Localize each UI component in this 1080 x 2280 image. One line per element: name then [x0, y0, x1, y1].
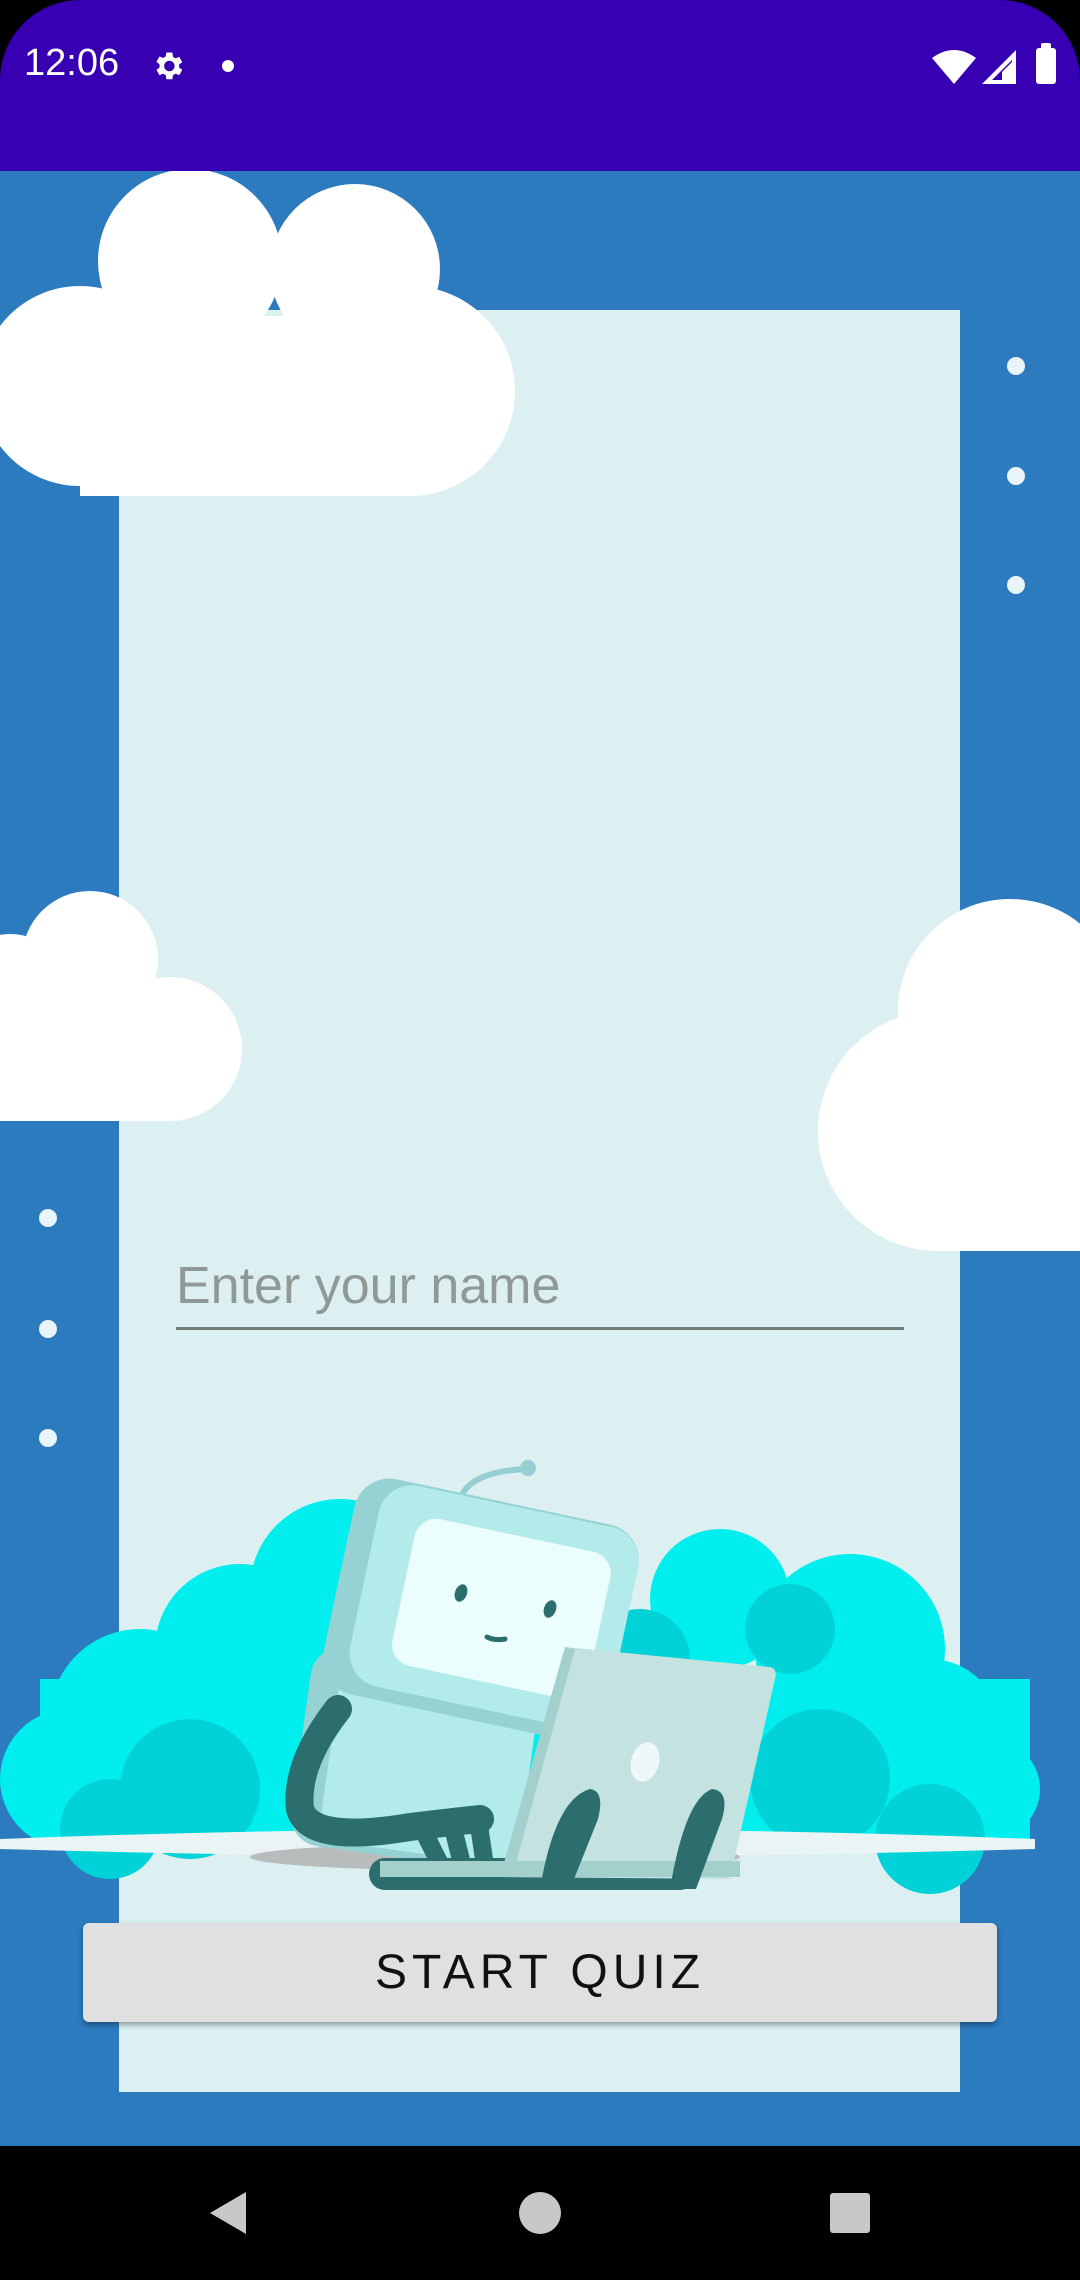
decor-dot — [39, 1320, 57, 1338]
wifi-icon — [932, 50, 976, 84]
phone-screen: 12:06 Enter your name START QUIZ — [0, 0, 1080, 2280]
notification-dot-icon — [222, 60, 234, 72]
gear-icon — [156, 52, 183, 80]
recents-icon[interactable] — [790, 2146, 910, 2280]
battery-icon — [1036, 43, 1056, 84]
name-input[interactable] — [176, 1250, 904, 1330]
cloud-middle-left — [0, 891, 242, 1121]
decor-dot — [1007, 576, 1025, 594]
robot-with-laptop-illustration — [0, 1460, 1040, 1894]
start-quiz-button[interactable]: START QUIZ — [83, 1923, 997, 2022]
cloud-top-left — [0, 171, 515, 496]
back-icon[interactable] — [166, 2146, 286, 2280]
app-screen: START QUIZ — [0, 171, 1080, 2146]
home-icon[interactable] — [480, 2146, 600, 2280]
decor-dot — [1007, 357, 1025, 375]
decor-dot — [1007, 467, 1025, 485]
decor-dot — [39, 1209, 57, 1227]
status-bar: 12:06 — [0, 0, 1080, 171]
cloud-right — [818, 899, 1080, 1251]
status-time: 12:06 — [24, 42, 120, 84]
navigation-bar — [0, 2146, 1080, 2280]
signal-icon — [982, 50, 1016, 84]
